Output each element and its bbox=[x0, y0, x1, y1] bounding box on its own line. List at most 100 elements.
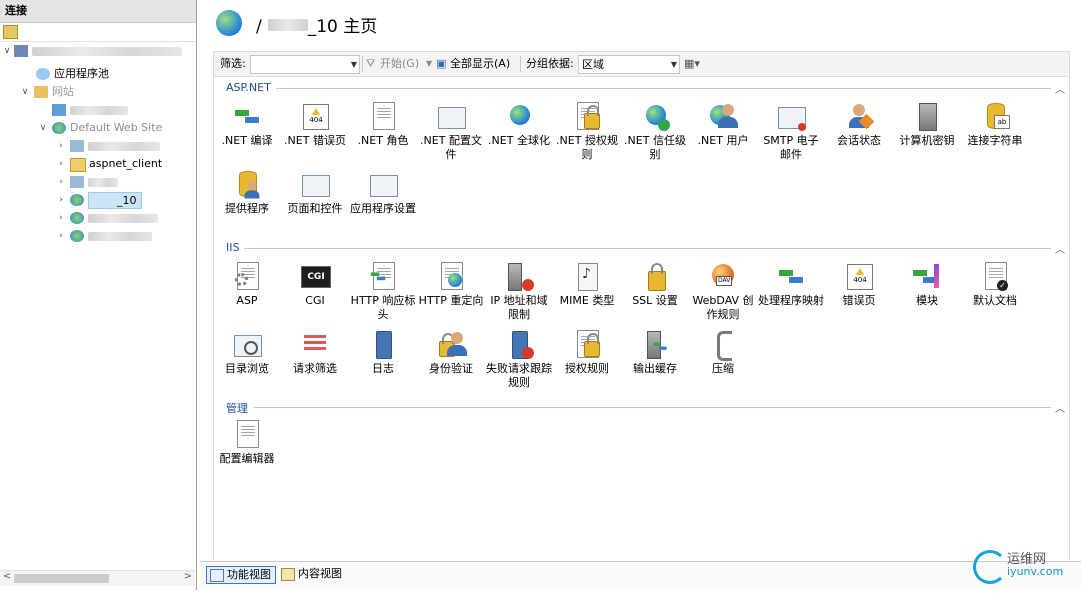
collapse-icon[interactable]: ∨ bbox=[38, 119, 48, 137]
feature-providers[interactable]: 提供程序 bbox=[214, 169, 280, 216]
collapse-section-icon[interactable]: ︿ bbox=[1055, 400, 1065, 415]
feature-asp[interactable]: ASP bbox=[214, 261, 280, 308]
tree-node-label: 网站 bbox=[52, 85, 74, 98]
feature-ssl-settings[interactable]: SSL 设置 bbox=[622, 261, 688, 308]
feature-net-compilation[interactable]: .NET 编译 bbox=[214, 101, 280, 148]
view-mode-icon[interactable]: ▦▾ bbox=[684, 52, 700, 76]
feature-net-users[interactable]: .NET 用户 bbox=[690, 101, 756, 148]
feature-label: SMTP 电子邮件 bbox=[763, 134, 819, 161]
feature-webdav-authoring[interactable]: WebDAV 创作规则 bbox=[690, 261, 756, 322]
section-header-iis[interactable]: IIS bbox=[226, 241, 239, 257]
site-icon bbox=[52, 104, 66, 116]
tree-node-label bbox=[88, 214, 158, 223]
feature-output-caching[interactable]: 输出缓存 bbox=[622, 329, 688, 376]
feature-mime-types[interactable]: MIME 类型 bbox=[554, 261, 620, 308]
feature-request-filtering[interactable]: 请求筛选 bbox=[282, 329, 348, 376]
feature-http-response-headers[interactable]: HTTP 响应标头 bbox=[350, 261, 416, 322]
feature-default-document[interactable]: ✓ 默认文档 bbox=[962, 261, 1028, 308]
redirect-globe-icon bbox=[448, 273, 462, 287]
feature-http-redirect[interactable]: HTTP 重定向 bbox=[418, 261, 484, 308]
feature-modules[interactable]: 模块 bbox=[894, 261, 960, 308]
tree-node-server[interactable]: ∨ bbox=[0, 42, 196, 60]
pages-controls-icon bbox=[302, 175, 330, 197]
chevron-down-icon: ▼ bbox=[670, 60, 677, 69]
feature-pages-controls[interactable]: 页面和控件 bbox=[282, 169, 348, 216]
feature-label: 模块 bbox=[916, 294, 938, 307]
scroll-right-icon[interactable]: > bbox=[184, 571, 192, 582]
feature-net-profile[interactable]: .NET 配置文件 bbox=[418, 101, 484, 162]
scroll-thumb[interactable] bbox=[14, 574, 109, 583]
feature-machine-key[interactable]: 计算机密钥 bbox=[894, 101, 960, 148]
feature-net-authorization[interactable]: .NET 授权规则 bbox=[554, 101, 620, 162]
filter-input[interactable]: ▼ bbox=[250, 55, 360, 74]
group-by-label: 分组依据: bbox=[526, 57, 574, 70]
compile-icon bbox=[235, 107, 259, 125]
expand-icon[interactable]: › bbox=[56, 191, 66, 209]
collapse-icon[interactable]: ∨ bbox=[20, 83, 30, 101]
section-header-aspnet[interactable]: ASP.NET bbox=[226, 81, 271, 97]
feature-compression[interactable]: 压缩 bbox=[690, 329, 756, 376]
tree-node-label bbox=[32, 47, 182, 56]
feature-failed-request-tracing[interactable]: 失败请求跟踪规则 bbox=[486, 329, 552, 390]
tree-node-label: _10 bbox=[88, 192, 142, 209]
tree-node-app[interactable]: › bbox=[0, 209, 196, 227]
tree-node-app[interactable]: › bbox=[0, 173, 196, 191]
filter-label: 筛选: bbox=[220, 57, 246, 70]
collapse-icon[interactable]: ∨ bbox=[2, 42, 12, 60]
tree-node-app[interactable]: › bbox=[0, 137, 196, 155]
feature-smtp-email[interactable]: SMTP 电子邮件 bbox=[758, 101, 824, 162]
start-button[interactable]: 开始(G) bbox=[380, 52, 419, 76]
feature-label: 身份验证 bbox=[429, 362, 473, 375]
feature-connection-strings[interactable]: ab 连接字符串 bbox=[962, 101, 1028, 148]
feature-cgi[interactable]: CGI CGI bbox=[282, 261, 348, 308]
new-connection-icon[interactable] bbox=[3, 25, 18, 39]
tree-node-site[interactable] bbox=[0, 101, 196, 119]
site-globe-icon bbox=[216, 10, 242, 36]
horizontal-scrollbar[interactable]: < > bbox=[0, 570, 195, 586]
feature-net-globalization[interactable]: .NET 全球化 bbox=[486, 101, 552, 148]
authorization-icon bbox=[584, 105, 600, 129]
group-by-select[interactable]: 区域 ▼ bbox=[578, 55, 680, 74]
expand-icon[interactable]: › bbox=[56, 173, 66, 191]
expand-icon[interactable]: › bbox=[56, 209, 66, 227]
expand-icon[interactable]: › bbox=[56, 137, 66, 155]
scroll-left-icon[interactable]: < bbox=[3, 571, 11, 582]
content-view-tab[interactable]: 内容视图 bbox=[278, 566, 346, 582]
feature-session-state[interactable]: 会话状态 bbox=[826, 101, 892, 148]
tree-node-label bbox=[88, 232, 152, 241]
feature-label: WebDAV 创作规则 bbox=[692, 294, 754, 321]
feature-configuration-editor[interactable]: 配置编辑器 bbox=[214, 419, 280, 466]
sites-folder-icon bbox=[34, 86, 48, 98]
feature-ip-domain-restrictions[interactable]: IP 地址和域限制 bbox=[486, 261, 552, 322]
feature-label: 日志 bbox=[372, 362, 394, 375]
expand-icon[interactable]: › bbox=[56, 155, 66, 173]
feature-logging[interactable]: 日志 bbox=[350, 329, 416, 376]
feature-label: 计算机密钥 bbox=[899, 134, 955, 147]
expand-icon[interactable]: › bbox=[56, 227, 66, 245]
section-header-management[interactable]: 管理 bbox=[226, 400, 248, 416]
features-view-tab[interactable]: 功能视图 bbox=[206, 566, 276, 584]
feature-label: CGI bbox=[305, 294, 325, 307]
collapse-section-icon[interactable]: ︿ bbox=[1055, 81, 1065, 96]
chevron-down-icon: ▼ bbox=[350, 60, 357, 69]
webdav-icon bbox=[712, 264, 734, 286]
feature-error-pages[interactable]: 404 错误页 bbox=[826, 261, 892, 308]
feature-authentication[interactable]: 身份验证 bbox=[418, 329, 484, 376]
feature-label: .NET 角色 bbox=[357, 134, 409, 147]
feature-app-settings[interactable]: 应用程序设置 bbox=[350, 169, 416, 216]
feature-directory-browsing[interactable]: 目录浏览 bbox=[214, 329, 280, 376]
feature-handler-mappings[interactable]: 处理程序映射 bbox=[758, 261, 824, 308]
collapse-section-icon[interactable]: ︿ bbox=[1055, 241, 1065, 256]
feature-authorization-rules[interactable]: 授权规则 bbox=[554, 329, 620, 376]
error-pages-icon: 404 bbox=[847, 264, 873, 290]
chevron-down-icon[interactable]: ▼ bbox=[426, 52, 432, 76]
feature-net-error-pages[interactable]: 404 .NET 错误页 bbox=[282, 101, 348, 148]
feature-net-trust-levels[interactable]: .NET 信任级别 bbox=[622, 101, 688, 162]
feature-label: 连接字符串 bbox=[967, 134, 1023, 147]
section-divider bbox=[254, 407, 1051, 408]
show-all-button[interactable]: 全部显示(A) bbox=[450, 52, 510, 76]
tree-node-app[interactable]: › bbox=[0, 227, 196, 245]
profile-icon bbox=[438, 107, 466, 129]
feature-label: 输出缓存 bbox=[633, 362, 677, 375]
feature-net-roles[interactable]: .NET 角色 bbox=[350, 101, 416, 148]
